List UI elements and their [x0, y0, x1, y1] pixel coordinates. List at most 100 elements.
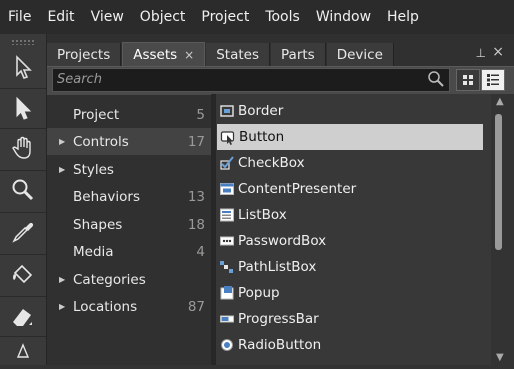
tools-panel — [0, 34, 47, 365]
pathlistbox-icon — [220, 261, 233, 273]
category-shapes[interactable]: Shapes 18 — [47, 211, 211, 238]
category-label: Categories — [73, 271, 146, 288]
asset-item-checkbox[interactable]: CheckBox — [216, 150, 483, 176]
category-controls[interactable]: ▶ Controls 17 — [47, 128, 211, 155]
expand-arrow-icon[interactable]: ▶ — [59, 165, 65, 174]
tab-projects[interactable]: Projects — [47, 43, 122, 66]
menu-window[interactable]: Window — [308, 9, 379, 25]
button-icon — [220, 131, 235, 145]
menu-file[interactable]: File — [0, 9, 39, 25]
menu-project[interactable]: Project — [193, 9, 257, 25]
category-label: Controls — [73, 133, 129, 150]
paint-bucket-icon[interactable] — [0, 254, 46, 293]
menu-object[interactable]: Object — [132, 9, 194, 25]
category-media[interactable]: Media 4 — [47, 238, 211, 265]
tab-states-label: States — [216, 46, 260, 63]
close-panel-icon[interactable]: × — [492, 44, 504, 60]
expand-arrow-icon[interactable]: ▶ — [59, 275, 65, 284]
tab-parts-label: Parts — [281, 46, 315, 63]
category-behaviors[interactable]: Behaviors 13 — [47, 183, 211, 210]
popup-icon — [220, 286, 234, 300]
asset-item-passwordbox[interactable]: PasswordBox — [216, 228, 483, 254]
pin-icon[interactable]: ⊥ — [476, 46, 486, 60]
tab-states[interactable]: States — [206, 43, 271, 66]
content-presenter-icon — [220, 183, 234, 195]
category-list: Project 5 ▶ Controls 17 ▶ Styles Behavio… — [47, 100, 211, 365]
asset-label: PasswordBox — [238, 233, 327, 249]
tab-device-label: Device — [336, 46, 383, 63]
asset-item-button[interactable]: Button — [217, 124, 483, 150]
eyedropper-icon[interactable] — [0, 212, 46, 251]
asset-label: ListBox — [238, 207, 287, 223]
category-categories[interactable]: ▶ Categories — [47, 266, 211, 293]
category-project[interactable]: Project 5 — [47, 101, 211, 128]
asset-item-border[interactable]: Border — [216, 98, 483, 124]
category-label: Locations — [73, 298, 138, 315]
scroll-down-icon[interactable]: ▼ — [496, 352, 504, 363]
asset-item-radiobutton[interactable]: RadioButton — [216, 332, 483, 358]
category-label: Styles — [73, 161, 114, 178]
asset-item-pathlistbox[interactable]: PathListBox — [216, 254, 483, 280]
asset-item-listbox[interactable]: ListBox — [216, 202, 483, 228]
pan-hand-icon[interactable] — [0, 128, 46, 167]
asset-item-popup[interactable]: Popup — [216, 280, 483, 306]
search-input[interactable] — [53, 69, 417, 89]
asset-list: Border Button CheckBox ContentPresenter … — [216, 94, 491, 365]
panel-tabs: Projects Assets × States Parts Device — [47, 42, 514, 66]
asset-item-contentpresenter[interactable]: ContentPresenter — [216, 176, 483, 202]
toolbar-grip[interactable] — [11, 39, 35, 45]
listbox-icon — [220, 208, 234, 222]
asset-label: ContentPresenter — [238, 181, 357, 197]
expand-arrow-icon[interactable]: ▶ — [59, 137, 65, 146]
category-count: 4 — [196, 243, 205, 260]
pen-tool-icon[interactable] — [0, 336, 46, 366]
progressbar-icon — [220, 315, 234, 323]
category-count: 17 — [187, 133, 205, 150]
asset-label: PathListBox — [238, 259, 317, 275]
asset-label: Popup — [238, 285, 280, 301]
category-count: 5 — [196, 106, 205, 123]
category-count: 87 — [187, 298, 205, 315]
scroll-thumb[interactable] — [495, 114, 502, 250]
radiobutton-icon — [221, 339, 233, 351]
menu-edit[interactable]: Edit — [39, 9, 82, 25]
category-label: Shapes — [73, 216, 123, 233]
grid-view-icon[interactable] — [456, 69, 480, 91]
border-icon — [220, 105, 234, 117]
asset-label: CheckBox — [238, 155, 305, 171]
menu-tools[interactable]: Tools — [257, 9, 308, 25]
asset-item-progressbar[interactable]: ProgressBar — [216, 306, 483, 332]
asset-label: Border — [238, 103, 284, 119]
tab-close-icon[interactable]: × — [184, 48, 194, 62]
tab-assets[interactable]: Assets × — [122, 42, 206, 66]
asset-label: RadioButton — [238, 337, 322, 353]
asset-label: Button — [239, 129, 285, 145]
asset-scrollbar[interactable]: ▲ ▼ — [491, 94, 514, 365]
asset-label: ProgressBar — [238, 311, 319, 327]
category-label: Project — [73, 106, 120, 123]
tab-device[interactable]: Device — [326, 43, 394, 66]
direct-selection-icon[interactable] — [0, 88, 46, 127]
eraser-icon[interactable] — [0, 296, 46, 335]
zoom-icon[interactable] — [0, 170, 46, 209]
checkbox-icon — [220, 156, 234, 170]
category-styles[interactable]: ▶ Styles — [47, 156, 211, 183]
tab-parts[interactable]: Parts — [271, 43, 326, 66]
scroll-up-icon[interactable]: ▲ — [496, 96, 504, 107]
menu-help[interactable]: Help — [379, 9, 427, 25]
selection-arrow-icon[interactable] — [0, 48, 46, 86]
search-box — [52, 68, 450, 92]
search-icon[interactable] — [427, 70, 445, 92]
category-locations[interactable]: ▶ Locations 87 — [47, 293, 211, 320]
list-view-icon[interactable] — [481, 69, 505, 91]
category-count: 18 — [187, 216, 205, 233]
expand-arrow-icon[interactable]: ▶ — [59, 302, 65, 311]
menu-view[interactable]: View — [83, 9, 132, 25]
category-count: 13 — [187, 188, 205, 205]
category-label: Behaviors — [73, 188, 140, 205]
assets-panel: Projects Assets × States Parts Device ⊥ ×… — [47, 34, 514, 365]
passwordbox-icon — [220, 236, 234, 246]
category-label: Media — [73, 243, 114, 260]
tab-assets-label: Assets — [133, 46, 178, 63]
search-bar — [47, 66, 514, 95]
